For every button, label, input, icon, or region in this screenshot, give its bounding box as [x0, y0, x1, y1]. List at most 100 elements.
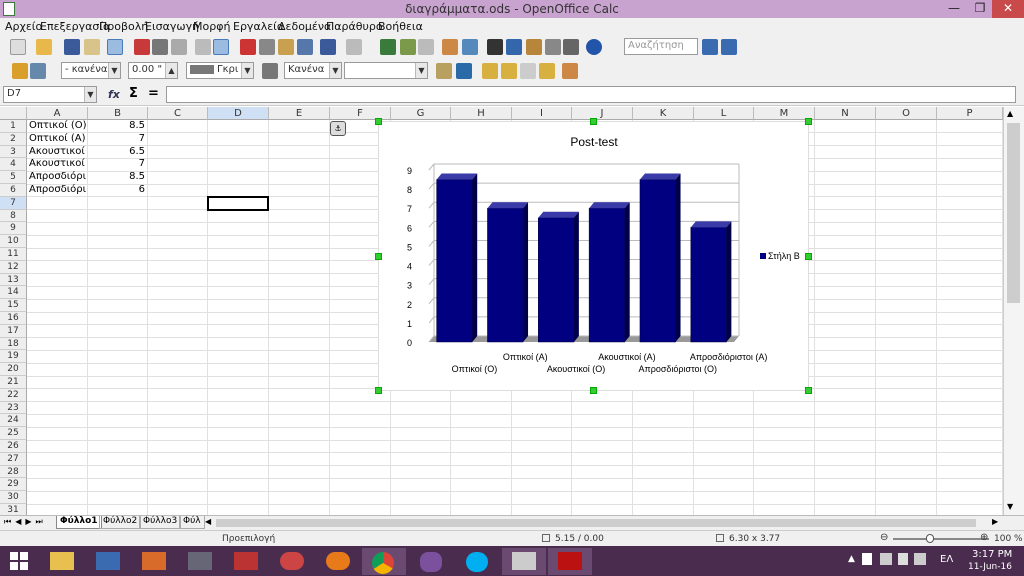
paste-icon[interactable] [278, 39, 294, 55]
line-color-select[interactable]: Γκρι 6 ▼ [186, 62, 254, 79]
row-header-14[interactable]: 14 [0, 286, 27, 300]
maximize-button[interactable]: ❐ [966, 0, 994, 18]
cell-B2[interactable]: 7 [88, 133, 147, 146]
row-header-9[interactable]: 9 [0, 222, 27, 236]
spellcheck-icon[interactable] [195, 39, 211, 55]
network-icon[interactable] [880, 553, 892, 565]
writer-icon[interactable] [178, 548, 222, 575]
column-header-L[interactable]: L [694, 107, 754, 120]
menu-view[interactable]: Προβολή [99, 20, 148, 33]
column-header-D[interactable]: D [208, 107, 269, 120]
row-header-10[interactable]: 10 [0, 235, 27, 248]
zoom-slider-thumb[interactable] [926, 534, 934, 543]
clock-date[interactable]: 11-Jun-16 [968, 562, 1012, 572]
sort-icon[interactable] [400, 39, 416, 55]
column-header-K[interactable]: K [633, 107, 694, 120]
line-style-select[interactable]: - κανένα - ▼ [61, 62, 121, 79]
column-header-E[interactable]: E [269, 107, 330, 120]
file-explorer-icon[interactable] [40, 548, 84, 575]
row-header-20[interactable]: 20 [0, 363, 27, 376]
tray-up-icon[interactable]: ▲ [848, 554, 855, 564]
resize-handle[interactable] [375, 253, 382, 260]
chevron-down-icon[interactable]: ▼ [329, 63, 341, 78]
row-header-18[interactable]: 18 [0, 337, 27, 351]
area-fill-select[interactable]: ▼ [344, 62, 428, 79]
column-header-P[interactable]: P [937, 107, 1003, 120]
column-header-C[interactable]: C [148, 107, 208, 120]
resize-handle[interactable] [590, 118, 597, 125]
column-header-I[interactable]: I [512, 107, 572, 120]
page-style[interactable]: Προεπιλογή [222, 534, 275, 544]
new-icon[interactable] [10, 39, 26, 55]
hyperlink-icon[interactable] [380, 39, 396, 55]
scroll-thumb[interactable] [1007, 123, 1020, 303]
row-header-11[interactable]: 11 [0, 248, 27, 261]
formula-input[interactable] [166, 86, 1016, 103]
sheet-tab-2[interactable]: Φύλλο2 [99, 516, 142, 529]
sheet-tab-3[interactable]: Φύλλο3 [139, 516, 182, 529]
find-prev-icon[interactable] [721, 39, 737, 55]
name-box[interactable]: D7 ▼ [3, 86, 97, 103]
email-icon[interactable] [84, 39, 100, 55]
skype-icon[interactable] [456, 548, 500, 575]
menu-help[interactable]: Βοήθεια [378, 20, 423, 33]
office-icon[interactable] [132, 548, 176, 575]
windows-start-icon[interactable] [10, 552, 28, 570]
zoom-level[interactable]: 100 % [994, 534, 1023, 544]
row-header-13[interactable]: 13 [0, 273, 27, 287]
resize-handle[interactable] [375, 118, 382, 125]
chevron-down-icon[interactable]: ▼ [84, 87, 96, 102]
help-icon[interactable] [586, 39, 602, 55]
row-header-28[interactable]: 28 [0, 465, 27, 479]
scroll-down-icon[interactable]: ▼ [1007, 502, 1013, 511]
anchor-icon[interactable]: ⚓ [330, 121, 346, 136]
anchor-select-icon[interactable] [12, 63, 28, 79]
row-header-21[interactable]: 21 [0, 376, 27, 389]
gallery-icon[interactable] [526, 39, 542, 55]
cell-A4[interactable]: Ακουστικοί (Α [27, 158, 86, 171]
minimize-button[interactable]: — [940, 0, 968, 18]
row-header-3[interactable]: 3 [0, 145, 27, 159]
row-header-24[interactable]: 24 [0, 414, 27, 428]
open-icon[interactable] [36, 39, 52, 55]
menu-window[interactable]: Παράθυρο [326, 20, 383, 33]
column-header-N[interactable]: N [815, 107, 876, 120]
cell-A5[interactable]: Απροσδιόριστ [27, 171, 86, 184]
scroll-up-icon[interactable]: ▲ [1007, 109, 1013, 118]
sheet-tab-4[interactable]: Φύλ [179, 516, 205, 529]
chevron-down-icon[interactable]: ▼ [241, 63, 253, 78]
volume-icon[interactable] [914, 553, 926, 565]
column-header-G[interactable]: G [391, 107, 451, 120]
cell-B3[interactable]: 6.5 [88, 146, 147, 159]
resize-handle[interactable] [805, 387, 812, 394]
pdf-icon[interactable] [134, 39, 150, 55]
copy-icon[interactable] [259, 39, 275, 55]
row-header-5[interactable]: 5 [0, 171, 27, 184]
arrow-style-icon[interactable] [30, 63, 46, 79]
menu-format[interactable]: Μορφή [193, 20, 230, 33]
hscroll-right-icon[interactable]: ▶ [992, 517, 998, 526]
chart-icon[interactable] [442, 39, 458, 55]
send-back-icon[interactable] [501, 63, 517, 79]
row-header-16[interactable]: 16 [0, 312, 27, 325]
menu-insert[interactable]: Εισαγωγή [145, 20, 199, 33]
ccleaner-icon[interactable] [270, 548, 314, 575]
to-foreground-icon[interactable] [520, 63, 536, 79]
cell-A6[interactable]: Απροσδιόριστ [27, 184, 86, 197]
pivot-icon[interactable] [462, 39, 478, 55]
undo-icon[interactable] [320, 39, 336, 55]
vertical-scrollbar[interactable]: ▲ ▼ [1003, 107, 1024, 515]
clock-time[interactable]: 3:17 PM [972, 549, 1012, 560]
chrome-icon[interactable] [362, 548, 406, 575]
tab-nav-arrows[interactable]: ⏮◀▶⏭ [4, 517, 47, 527]
area-style-select[interactable]: Κανένα ▼ [284, 62, 342, 79]
cell-B4[interactable]: 7 [88, 158, 147, 171]
bring-front-icon[interactable] [482, 63, 498, 79]
row-header-22[interactable]: 22 [0, 388, 27, 402]
corner-select-all[interactable] [0, 107, 27, 120]
close-button[interactable]: ✕ [992, 0, 1024, 18]
resize-handle[interactable] [805, 118, 812, 125]
datasource-icon[interactable] [545, 39, 561, 55]
menu-tools[interactable]: Εργαλεία [233, 20, 284, 33]
spin-icon[interactable]: ▲ [165, 63, 177, 78]
